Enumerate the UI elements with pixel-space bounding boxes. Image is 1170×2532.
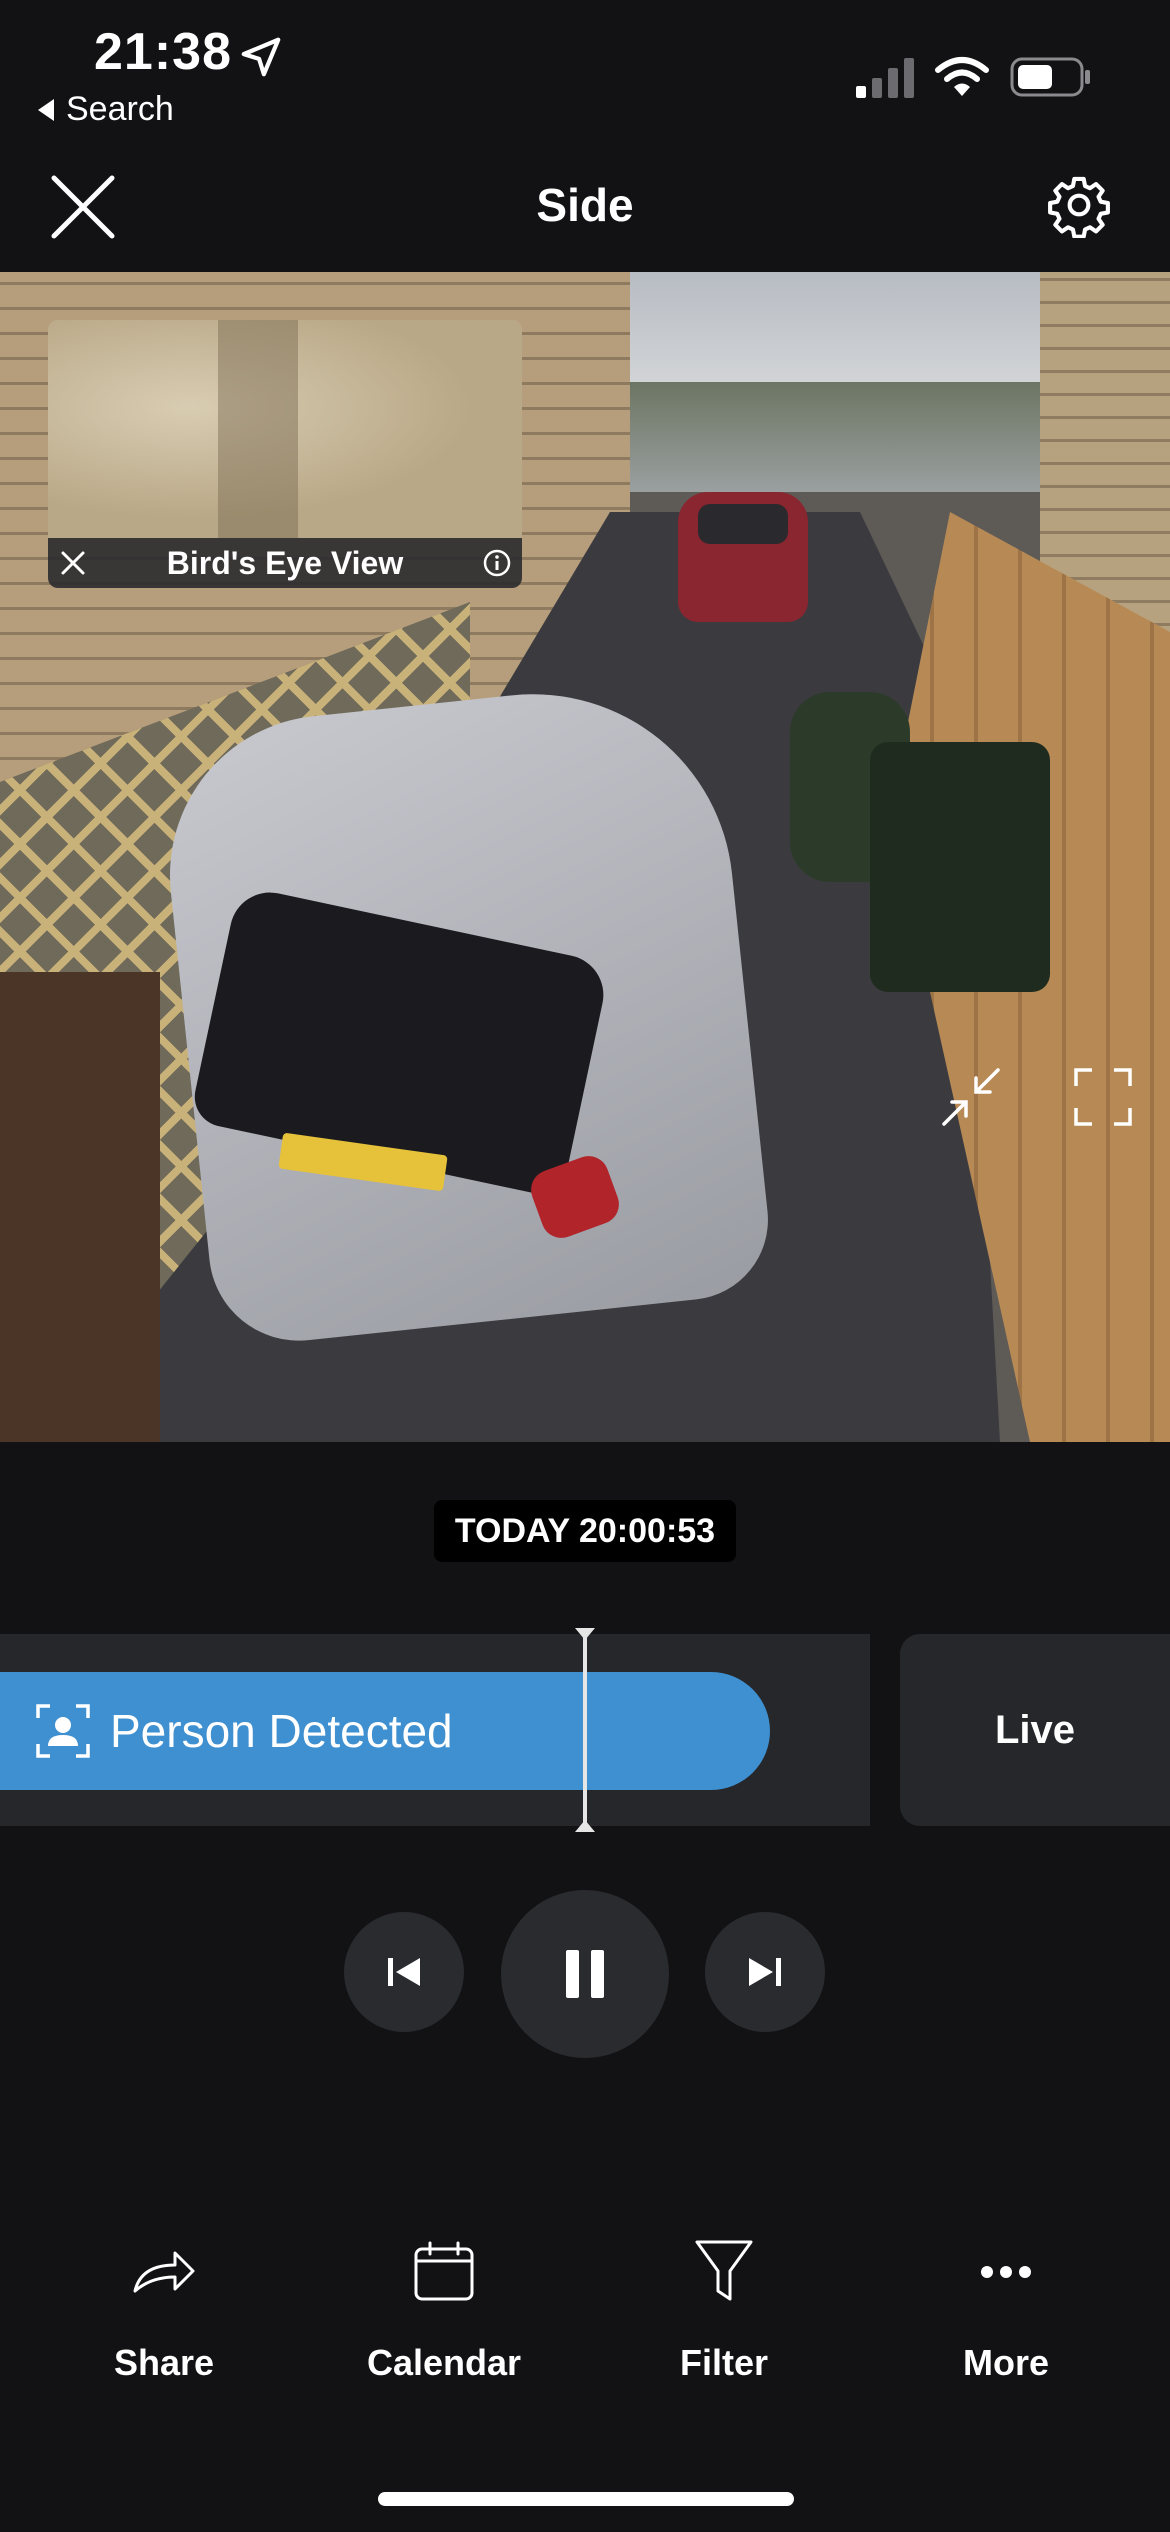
info-icon xyxy=(483,549,511,577)
birds-eye-info-button[interactable] xyxy=(472,538,522,588)
birds-eye-view-panel[interactable]: Bird's Eye View xyxy=(48,320,522,588)
close-icon xyxy=(61,551,85,575)
video-fence-post xyxy=(0,972,160,1442)
person-detected-event[interactable]: Person Detected xyxy=(0,1672,770,1790)
share-action[interactable]: Share xyxy=(44,2232,284,2392)
back-search-label: Search xyxy=(66,90,174,128)
filter-label: Filter xyxy=(679,2342,768,2383)
birds-eye-view-bar: Bird's Eye View xyxy=(48,538,522,588)
birds-eye-view-label: Bird's Eye View xyxy=(166,544,404,581)
birds-eye-view-map xyxy=(48,320,522,538)
back-triangle-icon xyxy=(38,98,54,121)
location-arrow-icon xyxy=(241,37,281,77)
more-icon xyxy=(981,2266,1031,2278)
wifi-icon xyxy=(935,57,989,96)
video-background-field xyxy=(620,382,1090,492)
birds-eye-close-button[interactable] xyxy=(48,538,98,588)
skip-back-button[interactable] xyxy=(344,1912,464,2032)
filter-icon xyxy=(695,2240,753,2301)
fullscreen-icon[interactable] xyxy=(1072,1066,1134,1128)
timeline-playhead[interactable] xyxy=(575,1628,595,1832)
status-time: 21:38 xyxy=(94,23,232,81)
pause-button[interactable] xyxy=(501,1890,669,2058)
cellular-signal-icon xyxy=(856,58,914,98)
filter-action[interactable]: Filter xyxy=(604,2232,844,2392)
home-indicator[interactable] xyxy=(378,2492,794,2506)
camera-video-feed[interactable]: Bird's Eye View xyxy=(0,272,1170,1442)
calendar-label: Calendar xyxy=(366,2342,522,2383)
person-icon xyxy=(36,1704,90,1758)
share-icon xyxy=(133,2251,195,2293)
event-timestamp: TODAY 20:00:53 xyxy=(434,1500,736,1562)
live-button[interactable]: Live xyxy=(900,1634,1170,1826)
shrink-icon[interactable] xyxy=(940,1066,1002,1128)
calendar-action[interactable]: Calendar xyxy=(324,2232,564,2392)
gear-icon[interactable] xyxy=(1046,172,1112,238)
skip-forward-button[interactable] xyxy=(705,1912,825,2032)
skip-forward-icon xyxy=(749,1958,781,1986)
more-label: More xyxy=(962,2342,1049,2383)
more-action[interactable]: More xyxy=(886,2232,1126,2392)
event-label: Person Detected xyxy=(110,1705,453,1757)
share-label: Share xyxy=(113,2342,215,2383)
page-title: Side xyxy=(536,179,634,231)
back-to-search-link[interactable]: Search xyxy=(38,90,174,129)
skip-back-icon xyxy=(388,1958,420,1986)
camera-event-screen: 21:38 Search Side Bird's Eye View TODAY … xyxy=(0,0,1170,2532)
pause-icon xyxy=(566,1950,604,1998)
video-sky xyxy=(620,272,1100,392)
calendar-icon xyxy=(414,2241,474,2301)
video-red-car-window xyxy=(698,504,788,544)
battery-icon xyxy=(1010,57,1090,97)
video-wheelie-bins xyxy=(870,742,1050,992)
